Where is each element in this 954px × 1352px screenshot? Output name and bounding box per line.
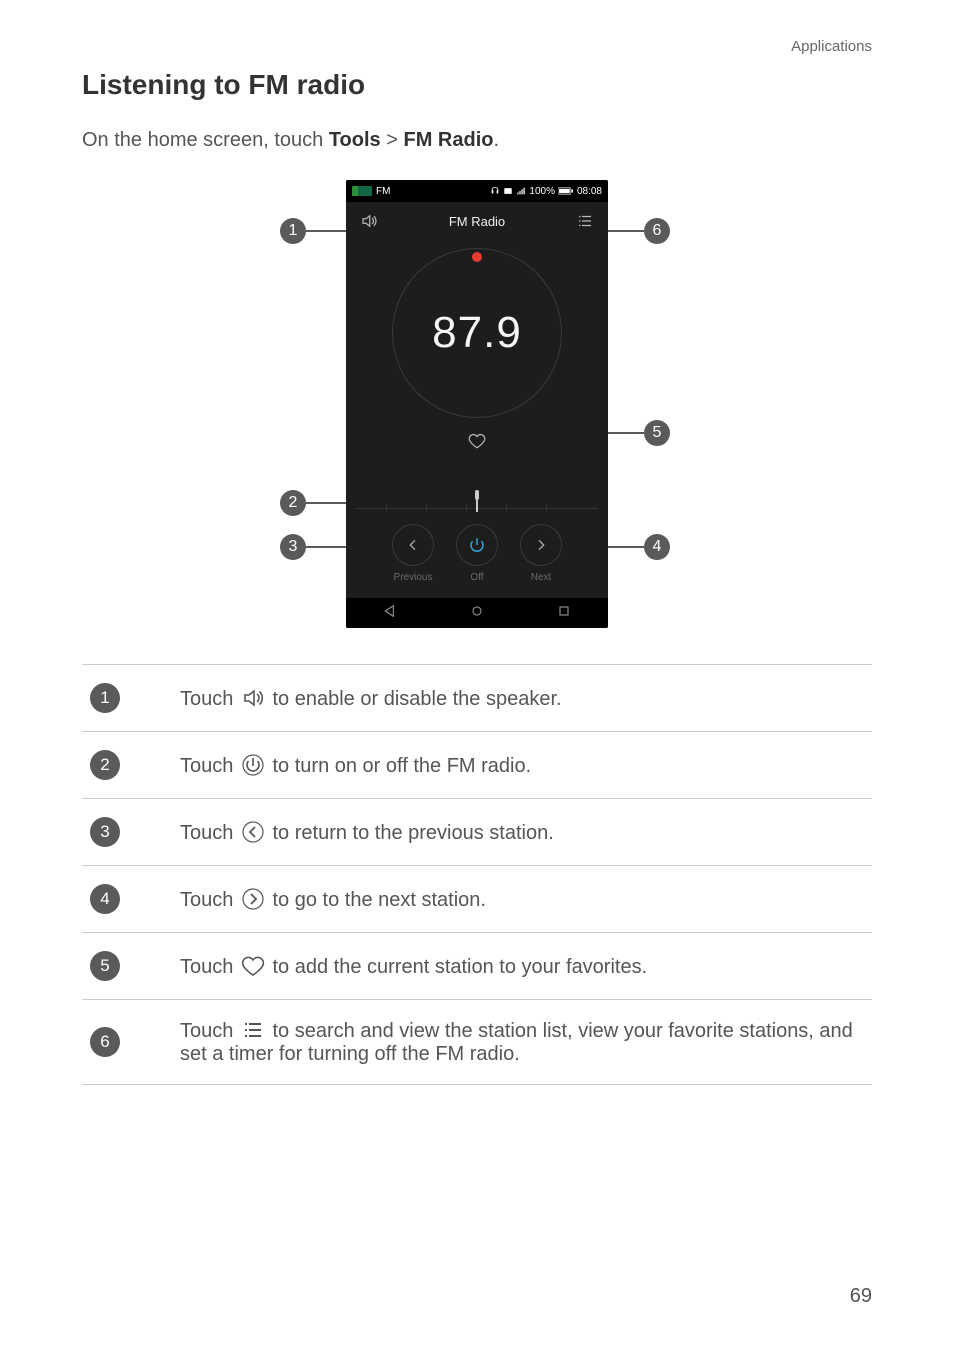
callout-2: 2	[280, 490, 306, 516]
header-category: Applications	[82, 38, 872, 55]
row-pre: Touch	[180, 688, 239, 710]
app-title: FM Radio	[449, 214, 505, 229]
row-badge-2: 2	[90, 750, 120, 780]
card-icon	[503, 186, 513, 196]
callout-4: 4	[644, 534, 670, 560]
table-row: 3 Touch to return to the previous statio…	[82, 799, 872, 866]
statusbar-left: FM	[352, 186, 390, 197]
row-badge-4: 4	[90, 884, 120, 914]
tuner-dial[interactable]: 87.9	[392, 248, 562, 418]
callout-5: 5	[644, 420, 670, 446]
scale-tick	[466, 504, 467, 512]
row-badge-1: 1	[90, 683, 120, 713]
intro-text: On the home screen, touch Tools > FM Rad…	[82, 129, 872, 152]
heart-icon[interactable]	[468, 432, 486, 455]
table-row: 5 Touch to add the current station to yo…	[82, 933, 872, 1000]
list-icon	[241, 1018, 265, 1042]
callout-1: 1	[280, 218, 306, 244]
chevron-left-icon	[392, 524, 434, 566]
scale-tick	[386, 504, 387, 512]
scale-tick	[426, 504, 427, 512]
chevron-right-icon	[241, 887, 265, 911]
previous-control[interactable]: Previous	[392, 524, 434, 583]
heart-icon	[241, 954, 265, 978]
next-control[interactable]: Next	[520, 524, 562, 583]
table-row: 1 Touch to enable or disable the speaker…	[82, 665, 872, 732]
table-row: 2 Touch to turn on or off the FM radio.	[82, 732, 872, 799]
intro-suffix: .	[493, 129, 499, 151]
row-post: to return to the previous station.	[273, 822, 554, 844]
app-topbar: FM Radio	[346, 202, 608, 240]
statusbar-time: 08:08	[577, 186, 602, 197]
phone-illustration: 1 6 5 2 3 4 FM 100%	[82, 180, 872, 640]
row-text-1: Touch to enable or disable the speaker.	[172, 665, 872, 732]
row-post: to enable or disable the speaker.	[273, 688, 562, 710]
next-label: Next	[531, 572, 552, 583]
intro-prefix: On the home screen, touch	[82, 129, 329, 151]
page-number: 69	[850, 1285, 872, 1308]
home-icon[interactable]	[469, 603, 485, 624]
frequency-value: 87.9	[432, 308, 522, 358]
row-post: to turn on or off the FM radio.	[273, 755, 532, 777]
scale-pointer-icon	[470, 490, 484, 517]
dial-indicator-dot	[472, 252, 482, 262]
row-text-3: Touch to return to the previous station.	[172, 799, 872, 866]
power-icon	[456, 524, 498, 566]
scale-tick	[546, 504, 547, 512]
row-pre: Touch	[180, 889, 239, 911]
chevron-right-icon	[520, 524, 562, 566]
page-title: Listening to FM radio	[82, 69, 872, 101]
frequency-scale[interactable]	[346, 460, 608, 520]
playback-controls: Previous Off Next	[346, 520, 608, 598]
row-text-2: Touch to turn on or off the FM radio.	[172, 732, 872, 799]
row-pre: Touch	[180, 755, 239, 777]
list-icon[interactable]	[576, 212, 594, 230]
carrier-indicator	[352, 186, 372, 196]
android-navbar	[346, 598, 608, 628]
row-pre: Touch	[180, 822, 239, 844]
callout-6: 6	[644, 218, 670, 244]
row-text-6: Touch to search and view the station lis…	[172, 1000, 872, 1085]
row-pre: Touch	[180, 956, 239, 978]
intro-path-fm: FM Radio	[403, 129, 493, 151]
power-icon	[241, 753, 265, 777]
intro-sep: >	[386, 129, 403, 151]
row-post: to go to the next station.	[273, 889, 486, 911]
row-badge-3: 3	[90, 817, 120, 847]
back-icon[interactable]	[382, 603, 398, 624]
previous-label: Previous	[394, 572, 433, 583]
row-text-4: Touch to go to the next station.	[172, 866, 872, 933]
speaker-icon	[241, 686, 265, 710]
row-post: to add the current station to your favor…	[273, 956, 648, 978]
callout-3: 3	[280, 534, 306, 560]
battery-icon	[558, 186, 574, 196]
document-page: Applications Listening to FM radio On th…	[0, 0, 954, 1352]
table-row: 4 Touch to go to the next station.	[82, 866, 872, 933]
row-post: to search and view the station list, vie…	[180, 1020, 853, 1065]
tuner-dial-area: 87.9	[346, 240, 608, 460]
headphone-icon	[490, 186, 500, 196]
table-row: 6 Touch to search and view the station l…	[82, 1000, 872, 1085]
off-label: Off	[470, 572, 483, 583]
recent-icon[interactable]	[556, 603, 572, 624]
statusbar-app-label: FM	[376, 186, 390, 197]
chevron-left-icon	[241, 820, 265, 844]
row-badge-5: 5	[90, 951, 120, 981]
speaker-icon[interactable]	[360, 212, 378, 230]
row-text-5: Touch to add the current station to your…	[172, 933, 872, 1000]
row-badge-6: 6	[90, 1027, 120, 1057]
row-pre: Touch	[180, 1020, 239, 1042]
intro-path-tools: Tools	[329, 129, 381, 151]
battery-text: 100%	[529, 186, 555, 197]
scale-tick	[506, 504, 507, 512]
phone-frame: FM 100% 08:08 FM Radio	[346, 180, 608, 628]
signal-icon	[516, 186, 526, 196]
legend-table: 1 Touch to enable or disable the speaker…	[82, 664, 872, 1085]
statusbar-right: 100% 08:08	[490, 186, 602, 197]
status-bar: FM 100% 08:08	[346, 180, 608, 202]
power-control[interactable]: Off	[456, 524, 498, 583]
